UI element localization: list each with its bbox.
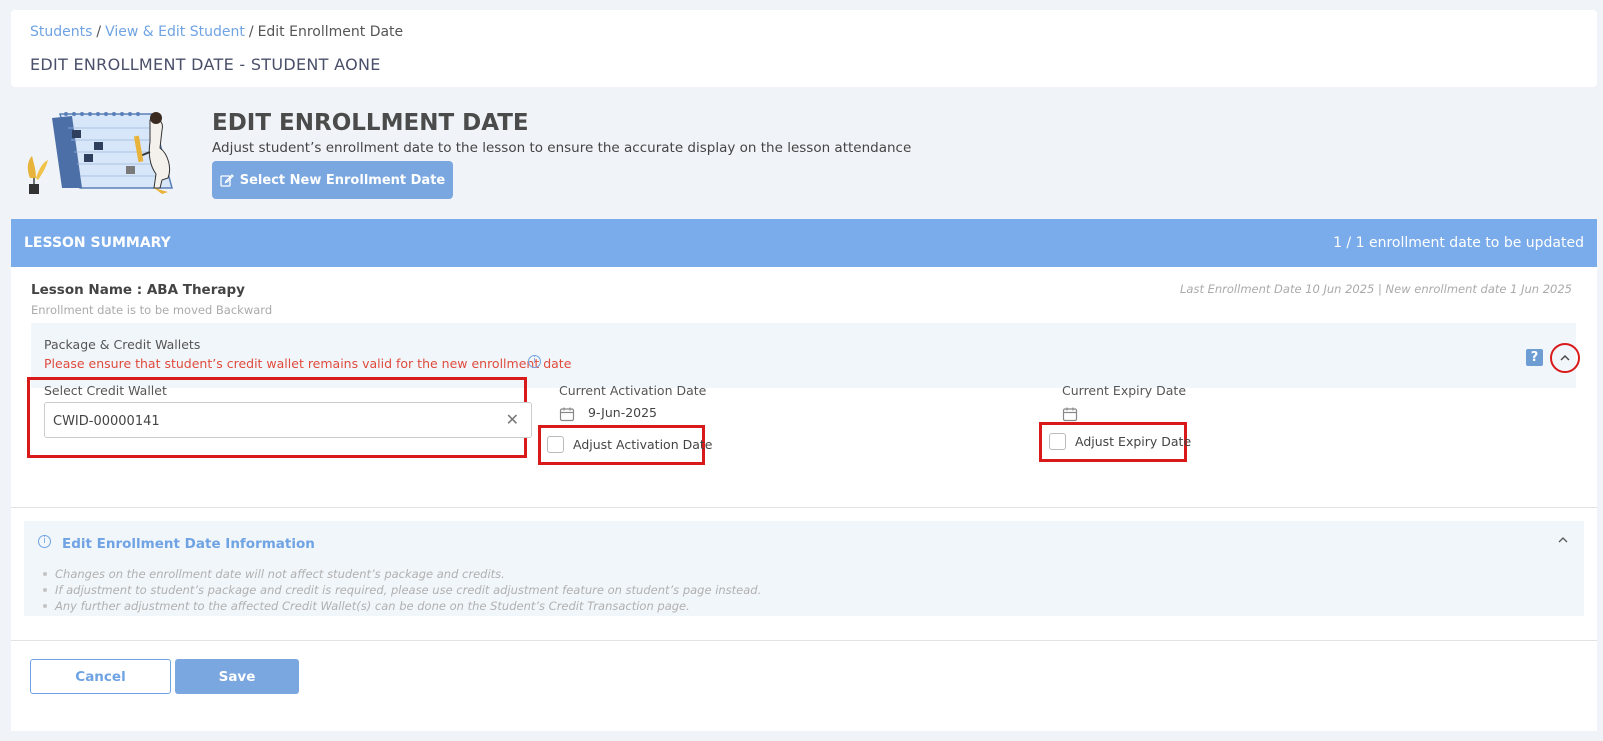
breadcrumb-current: Edit Enrollment Date bbox=[257, 24, 404, 40]
package-credit-wallets-title: Package & Credit Wallets bbox=[44, 337, 201, 352]
lesson-summary-bar: LESSON SUMMARY 1 / 1 enrollment date to … bbox=[11, 219, 1597, 267]
credit-wallet-value[interactable] bbox=[53, 411, 473, 431]
clear-icon[interactable]: ✕ bbox=[506, 411, 519, 429]
cancel-button[interactable]: Cancel bbox=[30, 659, 171, 694]
credit-wallet-select[interactable]: ✕ bbox=[44, 402, 532, 438]
hero-section: EDIT ENROLLMENT DATE Adjust student’s en… bbox=[0, 100, 1603, 204]
current-activation-date-label: Current Activation Date bbox=[559, 383, 707, 398]
edit-icon bbox=[220, 174, 234, 187]
adjust-expiry-date-label: Adjust Expiry Date bbox=[1075, 434, 1192, 449]
current-expiry-date-label: Current Expiry Date bbox=[1062, 383, 1187, 398]
breadcrumb-separator: / bbox=[96, 24, 102, 40]
enrollment-dates-note: Last Enrollment Date 10 Jun 2025 | New e… bbox=[1180, 282, 1572, 296]
hero-description: Adjust student’s enrollment date to the … bbox=[212, 140, 912, 156]
adjust-activation-date-label: Adjust Activation Date bbox=[573, 437, 713, 452]
credit-wallet-warning: Please ensure that student’s credit wall… bbox=[44, 356, 572, 371]
chevron-up-icon bbox=[1560, 355, 1570, 361]
calendar-illustration bbox=[27, 112, 173, 194]
edit-enrollment-info-title[interactable]: Edit Enrollment Date Information bbox=[62, 536, 315, 552]
page-title: EDIT ENROLLMENT DATE - STUDENT AONE bbox=[30, 55, 381, 74]
adjust-activation-date-checkbox[interactable]: Adjust Activation Date bbox=[547, 436, 712, 453]
collapse-panel-button[interactable] bbox=[1550, 343, 1580, 373]
divider bbox=[11, 640, 1597, 641]
info-item: Changes on the enrollment date will not … bbox=[43, 566, 761, 582]
select-credit-wallet-label: Select Credit Wallet bbox=[44, 383, 167, 398]
info-item: If adjustment to student’s package and c… bbox=[43, 582, 761, 598]
breadcrumb-separator: / bbox=[248, 24, 254, 40]
calendar-icon bbox=[1062, 407, 1078, 422]
save-button[interactable]: Save bbox=[175, 659, 299, 694]
page-header: Students / View & Edit Student / Edit Enroll… bbox=[11, 10, 1597, 87]
adjust-expiry-date-checkbox[interactable]: Adjust Expiry Date bbox=[1049, 433, 1191, 450]
edit-enrollment-info-panel: i Edit Enrollment Date Information Chang… bbox=[24, 521, 1584, 616]
select-new-enrollment-date-label: Select New Enrollment Date bbox=[239, 172, 446, 188]
breadcrumb-students[interactable]: Students bbox=[30, 24, 92, 40]
info-icon[interactable]: i bbox=[528, 355, 541, 368]
calendar-icon bbox=[559, 407, 575, 422]
select-new-enrollment-date-button[interactable]: Select New Enrollment Date bbox=[212, 161, 453, 199]
lesson-summary-title: LESSON SUMMARY bbox=[24, 235, 171, 251]
chevron-up-icon[interactable] bbox=[1556, 533, 1570, 547]
enrollment-update-count: 1 / 1 enrollment date to be updated bbox=[1333, 235, 1584, 251]
hero-title: EDIT ENROLLMENT DATE bbox=[212, 110, 529, 136]
divider bbox=[11, 507, 1597, 508]
enrollment-direction-note: Enrollment date is to be moved Backward bbox=[31, 303, 273, 317]
info-icon: i bbox=[38, 535, 51, 548]
breadcrumb: Students / View & Edit Student / Edit Enroll… bbox=[30, 24, 403, 40]
breadcrumb-view-edit-student[interactable]: View & Edit Student bbox=[105, 24, 245, 40]
help-icon[interactable]: ? bbox=[1526, 349, 1543, 366]
current-activation-date-value: 9-Jun-2025 bbox=[588, 405, 658, 420]
lesson-name: Lesson Name : ABA Therapy bbox=[31, 282, 245, 298]
info-item: Any further adjustment to the affected C… bbox=[43, 598, 761, 614]
checkbox[interactable] bbox=[1049, 433, 1066, 450]
checkbox[interactable] bbox=[547, 436, 564, 453]
info-list: Changes on the enrollment date will not … bbox=[43, 566, 761, 614]
lesson-summary-card: LESSON SUMMARY 1 / 1 enrollment date to … bbox=[11, 219, 1597, 731]
